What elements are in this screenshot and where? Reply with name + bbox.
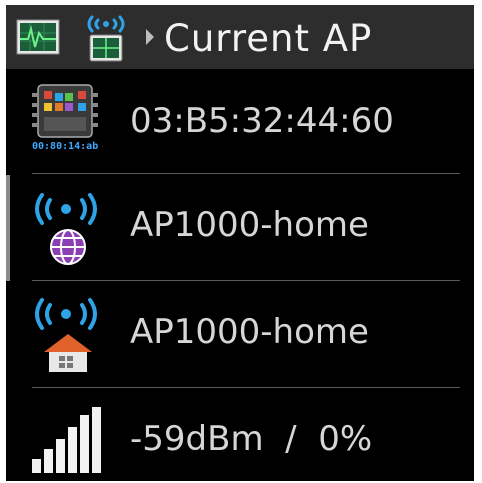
divider — [32, 387, 460, 388]
internet-ap-icon — [28, 189, 108, 273]
mac-address-icon: 00:80:14:ab — [28, 83, 108, 163]
signal-strength-value: -59dBm / 0% — [130, 419, 373, 459]
list-item[interactable]: AP1000-home — [6, 175, 474, 281]
wireless-device-icon — [78, 11, 134, 67]
header-bar: Current AP — [6, 5, 474, 69]
list-item[interactable]: AP1000-home — [6, 282, 474, 388]
ssid-value: AP1000-home — [130, 205, 369, 245]
divider — [32, 280, 460, 281]
home-ap-icon — [28, 294, 108, 378]
breadcrumb-arrow-icon — [146, 29, 154, 45]
device-screen: Current AP 00:80:14:ab 03:B5:32:44:60 AP… — [6, 5, 474, 481]
mac-address-value: 03:B5:32:44:60 — [130, 101, 394, 141]
page-title: Current AP — [164, 17, 373, 60]
divider — [32, 173, 460, 174]
list-item[interactable]: 00:80:14:ab 03:B5:32:44:60 — [6, 69, 474, 175]
monitor-icon — [16, 19, 60, 59]
ssid-value: AP1000-home — [130, 312, 369, 352]
list-item[interactable]: -59dBm / 0% — [6, 389, 474, 481]
signal-strength-icon — [28, 405, 108, 479]
scrollbar[interactable] — [6, 175, 10, 281]
mac-address-icon-caption: 00:80:14:ab — [32, 141, 99, 152]
